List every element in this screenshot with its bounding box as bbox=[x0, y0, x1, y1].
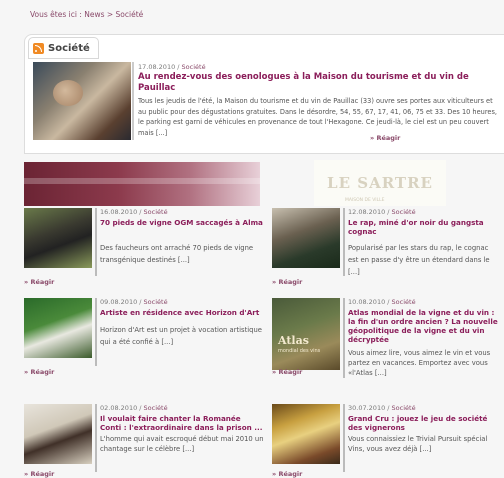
article-category[interactable]: Société bbox=[144, 404, 168, 412]
article-category[interactable]: Société bbox=[392, 404, 416, 412]
article-card: 02.08.2010 / Société Il voulait faire ch… bbox=[24, 404, 264, 478]
react-link[interactable]: » Réagir bbox=[24, 368, 54, 376]
article-date: 12.08.2010 bbox=[348, 208, 386, 216]
article-excerpt: Horizon d'Art est un projet à vocation a… bbox=[100, 326, 262, 346]
thumbnail-caption: Atlas bbox=[278, 334, 309, 347]
article-title[interactable]: Grand Cru : jouez le jeu de société des … bbox=[348, 414, 498, 432]
article-thumbnail[interactable] bbox=[24, 404, 92, 464]
article-category[interactable]: Société bbox=[182, 63, 206, 71]
article-meta: 10.08.2010 / Société bbox=[348, 298, 416, 306]
article-category[interactable]: Société bbox=[144, 208, 168, 216]
sartre-logo-tagline: MAISON DE VILLE bbox=[345, 198, 385, 203]
article-meta: 02.08.2010 / Société bbox=[100, 404, 168, 412]
article-card: Atlas mondial des vins 10.08.2010 / Soci… bbox=[272, 298, 504, 394]
article-excerpt: Popularisé par les stars du rap, le cogn… bbox=[348, 244, 490, 276]
article-meta: 16.08.2010 / Société bbox=[100, 208, 168, 216]
article-meta: 12.08.2010 / Société bbox=[348, 208, 416, 216]
divider bbox=[343, 298, 345, 378]
rss-icon[interactable] bbox=[33, 42, 44, 54]
featured-article-image[interactable] bbox=[33, 62, 131, 140]
article-category[interactable]: Société bbox=[392, 298, 416, 306]
divider bbox=[95, 208, 97, 276]
article-title[interactable]: Le rap, miné d'or noir du gangsta cognac bbox=[348, 218, 504, 236]
article-thumbnail[interactable] bbox=[24, 208, 92, 268]
featured-article-excerpt: Tous les jeudis de l'été, la Maison du t… bbox=[138, 97, 498, 137]
divider bbox=[343, 208, 345, 276]
article-excerpt: Vous aimez lire, vous aimez le vin et vo… bbox=[348, 349, 491, 377]
article-excerpt: L'homme qui avait escroqué début mai 201… bbox=[100, 435, 264, 453]
article-excerpt: Des faucheurs ont arraché 70 pieds de vi… bbox=[100, 244, 254, 264]
article-thumbnail[interactable] bbox=[272, 404, 340, 464]
article-thumbnail[interactable]: Atlas mondial des vins bbox=[272, 298, 340, 370]
article-card: 12.08.2010 / Société Le rap, miné d'or n… bbox=[272, 208, 504, 290]
react-link[interactable]: » Réagir bbox=[272, 368, 302, 376]
article-excerpt: Vous connaissiez le Trivial Pursuit spéc… bbox=[348, 435, 488, 453]
article-title[interactable]: 70 pieds de vigne OGM saccagés à Alma bbox=[100, 218, 264, 227]
article-title[interactable]: Il voulait faire chanter la Romanée Cont… bbox=[100, 414, 264, 432]
article-date: 16.08.2010 bbox=[100, 208, 138, 216]
article-title[interactable]: Atlas mondial de la vigne et du vin : la… bbox=[348, 308, 498, 344]
section-title: Société bbox=[48, 42, 90, 54]
breadcrumb: Vous êtes ici : News > Société bbox=[30, 10, 144, 19]
article-title[interactable]: Artiste en résidence avec Horizon d'Art bbox=[100, 308, 264, 317]
thumbnail-subcaption: mondial des vins bbox=[278, 348, 321, 354]
article-card: 16.08.2010 / Société 70 pieds de vigne O… bbox=[24, 208, 264, 290]
article-meta: 09.08.2010 / Société bbox=[100, 298, 168, 306]
article-card: 30.07.2010 / Société Grand Cru : jouez l… bbox=[272, 404, 504, 478]
article-date: 17.08.2010 bbox=[138, 63, 176, 71]
article-card: 09.08.2010 / Société Artiste en résidenc… bbox=[24, 298, 264, 380]
banner-image[interactable] bbox=[24, 162, 260, 206]
react-link[interactable]: » Réagir bbox=[272, 278, 302, 286]
article-category[interactable]: Société bbox=[392, 208, 416, 216]
article-thumbnail[interactable] bbox=[24, 298, 92, 358]
featured-article-title[interactable]: Au rendez-vous des oenologues à la Maiso… bbox=[138, 72, 498, 94]
react-link[interactable]: » Réagir bbox=[24, 278, 54, 286]
divider bbox=[95, 404, 97, 472]
article-meta: 30.07.2010 / Société bbox=[348, 404, 416, 412]
divider bbox=[95, 298, 97, 366]
article-date: 30.07.2010 bbox=[348, 404, 386, 412]
react-link[interactable]: » Réagir bbox=[370, 134, 400, 142]
article-date: 10.08.2010 bbox=[348, 298, 386, 306]
section-header: Société bbox=[28, 37, 99, 59]
divider bbox=[343, 404, 345, 472]
featured-article-meta: 17.08.2010 / Société bbox=[138, 63, 206, 71]
article-date: 09.08.2010 bbox=[100, 298, 138, 306]
divider bbox=[132, 62, 134, 140]
article-date: 02.08.2010 bbox=[100, 404, 138, 412]
article-thumbnail[interactable] bbox=[272, 208, 340, 268]
article-category[interactable]: Société bbox=[144, 298, 168, 306]
